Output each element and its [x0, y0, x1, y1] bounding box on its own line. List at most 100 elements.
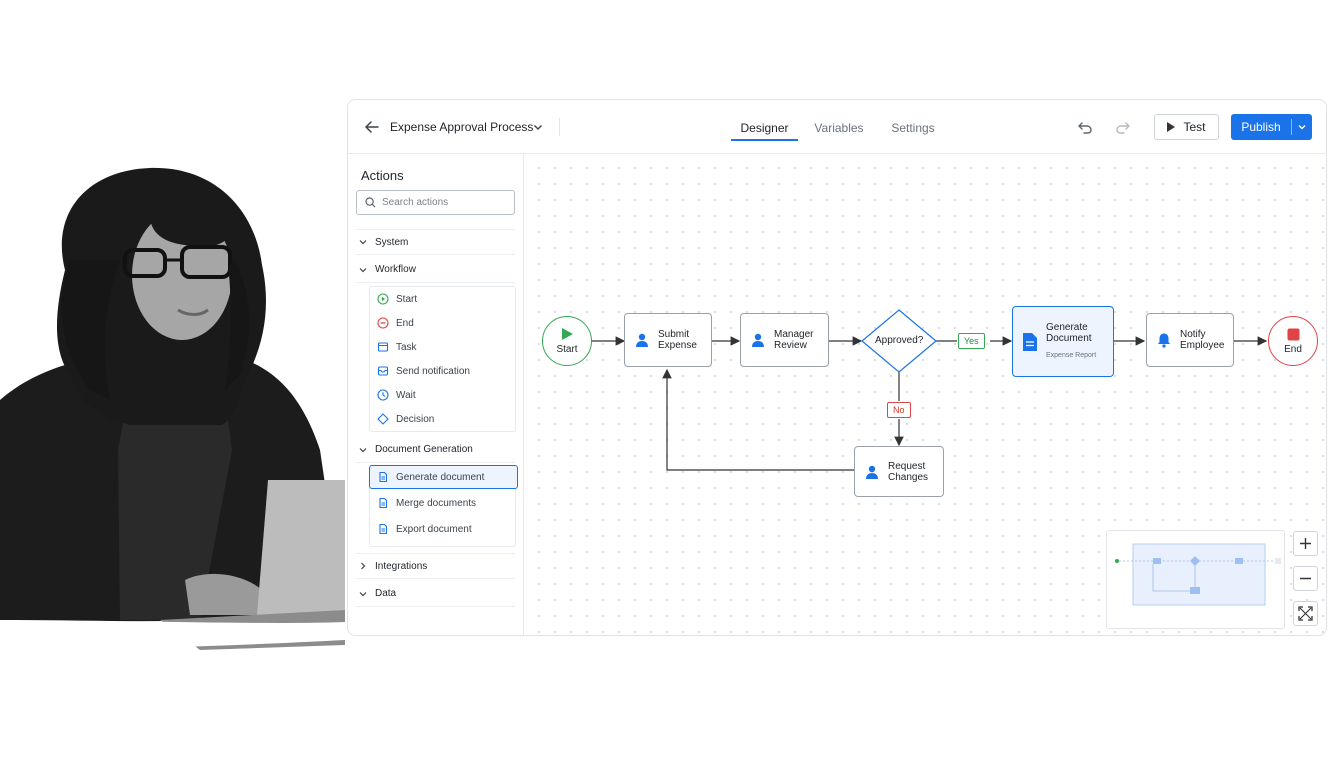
search-box[interactable] — [356, 190, 515, 215]
stop-circle-icon — [377, 317, 389, 329]
no-badge: No — [887, 402, 911, 418]
undo-icon[interactable] — [1076, 118, 1094, 136]
node-notify-employee[interactable]: Notify Employee — [1146, 313, 1234, 367]
tab-designer[interactable]: Designer — [731, 100, 798, 154]
action-label: Generate document — [396, 471, 485, 483]
node-text: Notify Employee — [1180, 329, 1224, 351]
chevron-down-icon — [359, 591, 367, 596]
action-label: Task — [396, 341, 417, 353]
chevron-down-icon — [359, 447, 367, 452]
search-input[interactable] — [382, 197, 502, 208]
header-divider — [559, 118, 560, 136]
node-text: Manager Review — [774, 329, 813, 351]
workflow-designer-window: Expense Approval Process Designer Variab… — [347, 99, 1327, 636]
play-icon — [1167, 122, 1176, 132]
group-label: System — [375, 236, 409, 248]
action-label: Send notification — [396, 365, 470, 377]
test-label: Test — [1183, 120, 1206, 134]
play-icon — [562, 328, 573, 340]
action-label: Merge documents — [396, 497, 477, 509]
action-item-start[interactable]: Start — [370, 287, 515, 311]
action-label: Wait — [396, 389, 416, 401]
tab-variables[interactable]: Variables — [798, 100, 880, 154]
action-item-task[interactable]: Task — [370, 335, 515, 359]
action-item-generate-document[interactable]: Generate document — [369, 465, 518, 489]
node-label-line2: Document — [1046, 333, 1092, 344]
action-item-decision[interactable]: Decision — [370, 407, 515, 431]
node-label-line2: Employee — [1180, 340, 1225, 351]
sidebar-title: Actions — [361, 168, 404, 183]
node-label-line2: Expense — [658, 340, 697, 351]
person-icon — [866, 465, 878, 479]
action-item-end[interactable]: End — [370, 311, 515, 335]
node-label-line2: Review — [774, 340, 807, 351]
action-item-merge-documents[interactable]: Merge documents — [370, 491, 515, 515]
node-submit-expense[interactable]: Submit Expense — [624, 313, 712, 367]
back-arrow-icon[interactable] — [362, 117, 382, 137]
top-bar: Expense Approval Process Designer Variab… — [348, 100, 1326, 154]
notification-icon — [377, 366, 389, 376]
group-label: Workflow — [375, 264, 416, 275]
zoom-out-button[interactable] — [1293, 566, 1318, 591]
node-label: Start — [556, 344, 578, 355]
group-document-generation[interactable]: Document Generation — [356, 437, 515, 463]
action-label: Export document — [396, 523, 472, 535]
play-circle-icon — [377, 293, 389, 305]
decision-label: Approved? — [875, 335, 924, 346]
node-generate-document[interactable]: Generate Document Expense Report — [1012, 306, 1114, 377]
decision-icon — [377, 413, 389, 425]
document-generation-items: Generate document Merge documents Export… — [369, 465, 518, 547]
group-integrations[interactable]: Integrations — [356, 553, 515, 579]
action-item-send-notification[interactable]: Send notification — [370, 359, 515, 383]
node-text: Generate Document Expense Report — [1046, 322, 1096, 361]
node-label-line1: Submit — [658, 329, 690, 340]
publish-button[interactable]: Publish — [1231, 114, 1312, 140]
action-label: End — [396, 317, 414, 329]
task-icon — [377, 342, 389, 352]
minus-icon — [1300, 577, 1311, 580]
publish-label: Publish — [1241, 120, 1281, 134]
action-label: Start — [396, 293, 418, 305]
tab-settings[interactable]: Settings — [880, 100, 946, 154]
chevron-down-icon — [359, 267, 367, 272]
workflow-canvas[interactable]: Start Submit Expense Manager Review Appr… — [525, 154, 1326, 635]
group-label: Integrations — [375, 560, 428, 572]
group-label: Document Generation — [375, 444, 473, 455]
test-button[interactable]: Test — [1154, 114, 1219, 140]
group-data[interactable]: Data — [356, 581, 515, 607]
redo-icon[interactable] — [1114, 118, 1132, 136]
workflow-items: Start End Task Send notification Wait De… — [369, 286, 516, 432]
fit-view-button[interactable] — [1293, 601, 1318, 626]
clock-icon — [377, 389, 389, 401]
minimap[interactable] — [1106, 530, 1285, 629]
node-manager-review[interactable]: Manager Review — [740, 313, 829, 367]
action-item-export-document[interactable]: Export document — [370, 517, 515, 541]
action-item-wait[interactable]: Wait — [370, 383, 515, 407]
publish-options-chevron-icon[interactable] — [1292, 122, 1312, 132]
yes-badge: Yes — [958, 333, 985, 349]
node-end[interactable]: End — [1268, 316, 1318, 366]
process-title[interactable]: Expense Approval Process — [390, 120, 533, 134]
group-system[interactable]: System — [356, 229, 515, 255]
node-request-changes[interactable]: Request Changes — [854, 446, 944, 497]
document-icon — [379, 523, 388, 535]
node-label: End — [1284, 343, 1302, 355]
document-icon — [379, 497, 388, 509]
zoom-in-button[interactable] — [1293, 531, 1318, 556]
actions-sidebar: Actions System Workflow Start End — [348, 154, 524, 635]
node-sublabel: Expense Report — [1046, 352, 1097, 359]
person-icon — [636, 333, 648, 347]
view-tabs: Designer Variables Settings — [731, 100, 946, 154]
stop-icon — [1287, 328, 1299, 340]
node-start[interactable]: Start — [542, 316, 592, 366]
chevron-down-icon — [359, 240, 367, 245]
chevron-right-icon — [361, 562, 366, 570]
node-label-line1: Manager — [774, 329, 814, 340]
minimap-preview — [1115, 543, 1281, 606]
chevron-down-icon[interactable] — [532, 121, 544, 133]
node-label-line1: Generate — [1046, 322, 1088, 333]
search-icon — [365, 197, 376, 208]
document-icon — [1023, 332, 1037, 351]
node-label-line1: Request — [888, 460, 926, 472]
group-workflow[interactable]: Workflow — [356, 257, 515, 283]
